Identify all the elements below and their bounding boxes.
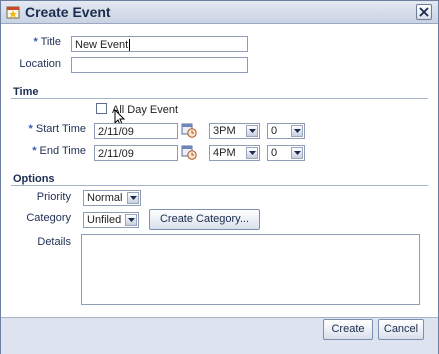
- end-time-label: * End Time: [32, 145, 86, 157]
- create-event-dialog: Create Event * Title New Event Location …: [0, 0, 439, 354]
- dialog-titlebar: Create Event: [1, 1, 438, 24]
- end-minute-select[interactable]: 0: [267, 145, 305, 161]
- details-label: Details: [37, 236, 71, 248]
- priority-label: Priority: [36, 191, 71, 203]
- time-section-header: Time: [13, 86, 39, 98]
- create-button[interactable]: Create: [323, 319, 373, 340]
- title-label: * Title: [33, 36, 61, 48]
- chevron-down-icon: [291, 147, 303, 159]
- start-minute-select[interactable]: 0: [267, 123, 305, 139]
- details-textarea[interactable]: [81, 234, 420, 305]
- end-date-input[interactable]: 2/11/09: [94, 145, 178, 161]
- location-input[interactable]: [71, 57, 248, 73]
- create-category-button[interactable]: Create Category...: [149, 209, 260, 230]
- options-section-header: Options: [13, 173, 55, 185]
- chevron-down-icon: [127, 192, 139, 204]
- chevron-down-icon: [246, 147, 258, 159]
- end-hour-select[interactable]: 4PM: [209, 145, 260, 161]
- start-date-input[interactable]: 2/11/09: [94, 123, 178, 139]
- start-date-picker-icon[interactable]: [181, 122, 197, 138]
- category-label: Category: [26, 212, 71, 224]
- chevron-down-icon: [291, 125, 303, 137]
- start-hour-select[interactable]: 3PM: [209, 123, 260, 139]
- close-icon: [419, 7, 429, 17]
- start-time-label: * Start Time: [28, 123, 86, 135]
- dialog-title: Create Event: [25, 4, 111, 20]
- all-day-checkbox[interactable]: [96, 103, 107, 114]
- category-select[interactable]: Unfiled: [83, 212, 139, 228]
- location-label: Location: [19, 58, 61, 70]
- chevron-down-icon: [125, 214, 137, 226]
- options-section-divider: [11, 185, 428, 186]
- end-date-picker-icon[interactable]: [181, 144, 197, 160]
- priority-select[interactable]: Normal: [83, 190, 141, 206]
- title-input[interactable]: New Event: [71, 36, 248, 52]
- required-marker: *: [33, 36, 38, 48]
- time-section-divider: [11, 98, 428, 99]
- close-button[interactable]: [416, 4, 432, 20]
- calendar-star-icon: [6, 5, 20, 19]
- chevron-down-icon: [246, 125, 258, 137]
- cancel-button[interactable]: Cancel: [378, 319, 424, 340]
